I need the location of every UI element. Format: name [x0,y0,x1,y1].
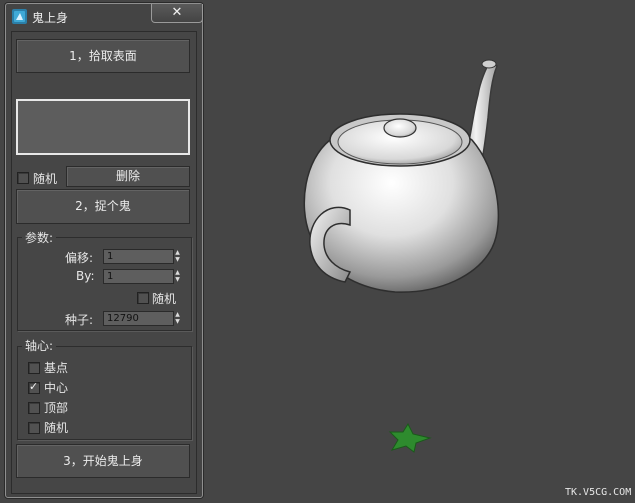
pivot-random-checkbox[interactable] [28,422,40,434]
random-label: 随机 [33,172,58,186]
random-checkbox[interactable] [17,172,29,184]
star-gizmo[interactable] [388,422,432,453]
by-spinner[interactable]: 1 ▲ ▼ [103,269,182,284]
ghost-dialog: 鬼上身 ✕ 1，拾取表面 随机 删除 2，捉个鬼 参数: 偏移: 1 ▲ ▼ By… [5,3,203,498]
spinner-arrows-icon[interactable]: ▲ ▼ [173,269,182,284]
spinner-arrows-icon[interactable]: ▲ ▼ [173,249,182,264]
pivot-base-checkbox[interactable] [28,362,40,374]
surface-list[interactable] [16,99,190,155]
pivot-top-checkbox[interactable] [28,402,40,414]
pivot-title: 轴心: [22,337,57,354]
pivot-center-checkbox[interactable] [28,380,40,394]
close-icon: ✕ [171,5,183,20]
delete-button[interactable]: 删除 [66,166,190,187]
pick-surface-button[interactable]: 1，拾取表面 [16,39,190,73]
pivot-base-label: 基点 [44,361,69,375]
by-input[interactable]: 1 [103,269,174,284]
capture-ghost-button[interactable]: 2，捉个鬼 [16,189,190,224]
titlebar[interactable]: 鬼上身 ✕ [6,4,203,28]
seed-spinner[interactable]: 12790 ▲ ▼ [103,311,182,326]
params-random-label: 随机 [152,292,177,306]
seed-input[interactable]: 12790 [103,311,174,326]
offset-spinner[interactable]: 1 ▲ ▼ [103,249,182,264]
params-title: 参数: [22,229,57,246]
spinner-arrows-icon[interactable]: ▲ ▼ [173,311,182,326]
by-label: By: [76,269,95,283]
window-title: 鬼上身 [32,11,69,25]
seed-label: 种子: [65,313,94,327]
offset-label: 偏移: [65,251,94,265]
offset-input[interactable]: 1 [103,249,174,264]
pivot-top-label: 顶部 [44,401,69,415]
teapot-model[interactable] [303,59,500,293]
watermark-text: TK.V5CG.COM [565,487,632,498]
close-button[interactable]: ✕ [151,4,203,23]
pivot-center-label: 中心 [44,381,69,395]
start-button[interactable]: 3，开始鬼上身 [16,444,190,478]
app-icon [12,9,27,24]
pivot-random-label: 随机 [44,421,69,435]
params-random-checkbox[interactable] [137,292,149,304]
